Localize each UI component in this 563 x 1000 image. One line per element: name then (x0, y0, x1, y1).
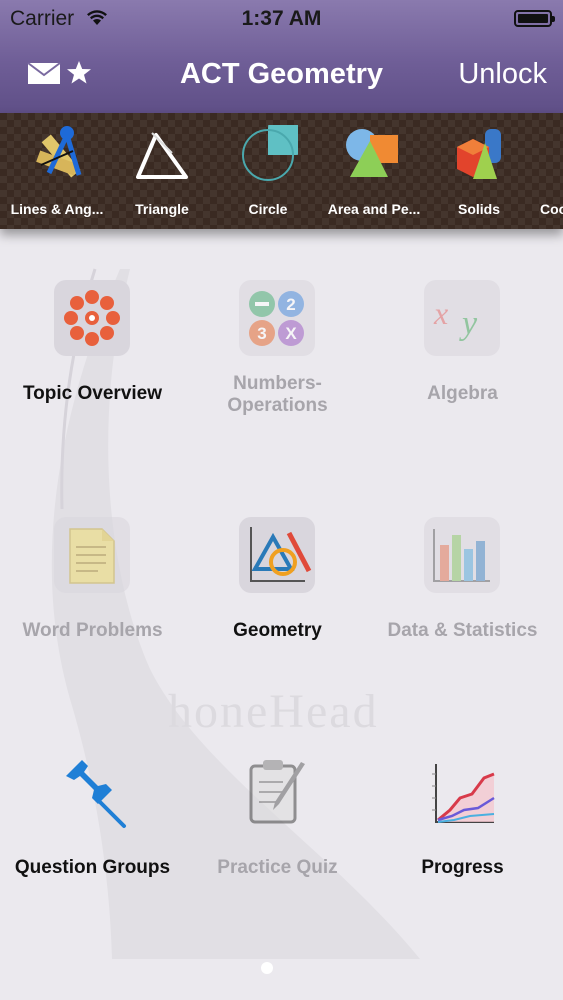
topic-label: Area and Pe... (327, 201, 421, 217)
top-bar: Carrier 1:37 AM ACT Geometry Unlock (0, 0, 563, 113)
clock: 1:37 AM (241, 7, 322, 30)
tile-label: Word Problems (22, 620, 163, 641)
page-indicator-dot (261, 962, 273, 974)
navigation-bar: ACT Geometry Unlock (0, 38, 563, 113)
tile-label: Numbers- Operations (227, 373, 328, 416)
topic-label: Lines & Ang... (10, 201, 104, 217)
tile-label: Data & Statistics (387, 620, 538, 641)
circle-icon (242, 125, 298, 181)
topic-area-perimeter[interactable]: Area and Pe... (321, 113, 427, 229)
tile-label: Progress (421, 857, 504, 878)
tile-label: Topic Overview (22, 383, 163, 404)
topic-lines-angles[interactable]: Lines & Ang... (4, 113, 110, 229)
tile-label: Algebra (427, 383, 498, 404)
geometry-tile[interactable]: Geometry (185, 517, 370, 677)
svg-text:3: 3 (257, 324, 266, 343)
svg-text:x: x (433, 295, 448, 331)
unlock-button[interactable]: Unlock (458, 58, 547, 91)
lines-angles-icon (36, 126, 82, 178)
progress-tile[interactable]: Progress (370, 754, 555, 914)
clipboard-pencil-icon (239, 754, 315, 830)
topic-strip[interactable]: Lines & Ang... Triangle Circle Area and … (0, 113, 563, 229)
topic-coordinate[interactable]: Coo (530, 113, 563, 229)
svg-text:2: 2 (286, 295, 295, 314)
document-icon (54, 517, 130, 593)
svg-text:X: X (285, 324, 297, 343)
topic-circle[interactable]: Circle (215, 113, 321, 229)
coordinate-icon (553, 125, 563, 191)
pushpin-icon (54, 754, 130, 830)
topic-label: Coo (540, 201, 563, 217)
topic-solids[interactable]: Solids (426, 113, 532, 229)
flower-icon (54, 280, 130, 356)
bar-chart-icon (424, 517, 500, 593)
area-perimeter-icon (346, 129, 398, 177)
topic-triangle[interactable]: Triangle (109, 113, 215, 229)
watermark-text: honeHead (168, 685, 379, 738)
algebra-tile[interactable]: x y Algebra (370, 280, 555, 440)
tile-label: Geometry (233, 620, 322, 641)
numbers-operations-tile[interactable]: 2 3 X Numbers- Operations (185, 280, 370, 440)
status-bar: Carrier 1:37 AM (0, 0, 563, 38)
tile-label: Question Groups (14, 857, 171, 878)
triangle-icon (136, 132, 188, 179)
geometry-icon (239, 517, 315, 593)
main-menu: honeHead Topic Overview 2 3 X Numbers- O… (0, 229, 563, 1000)
numbers-icon: 2 3 X (239, 280, 315, 356)
battery-icon (514, 10, 555, 27)
xy-icon: x y (424, 280, 500, 356)
line-chart-icon (424, 754, 500, 830)
word-problems-tile[interactable]: Word Problems (0, 517, 185, 677)
topic-label: Circle (248, 201, 288, 217)
tile-label: Practice Quiz (217, 857, 338, 878)
svg-text:y: y (459, 305, 478, 342)
data-statistics-tile[interactable]: Data & Statistics (370, 517, 555, 677)
solids-icon (457, 129, 501, 179)
topic-label: Solids (457, 201, 500, 217)
practice-quiz-tile[interactable]: Practice Quiz (185, 754, 370, 914)
question-groups-tile[interactable]: Question Groups (0, 754, 185, 914)
topic-label: Triangle (135, 201, 189, 217)
topic-overview-tile[interactable]: Topic Overview (0, 280, 185, 440)
